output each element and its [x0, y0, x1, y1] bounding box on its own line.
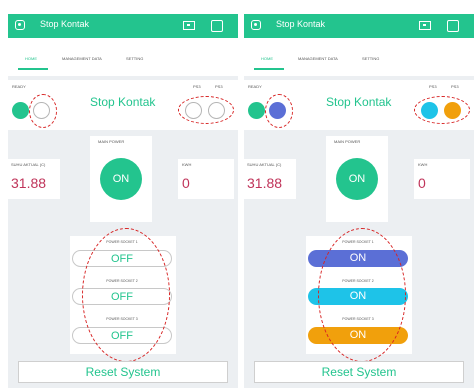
- annotation-circle: [82, 228, 170, 362]
- app-bar: Stop Kontak: [244, 14, 474, 38]
- tab-management-data[interactable]: MANAGEMENT DATA: [298, 56, 338, 61]
- app-title: Stop Kontak: [276, 19, 326, 29]
- widget-title: Stop Kontak: [326, 95, 392, 109]
- tab-bar: HOME MANAGEMENT DATA SETTING: [244, 38, 474, 76]
- kwh-value: 0: [418, 175, 426, 191]
- kwh-card: KWH 0: [178, 159, 234, 199]
- tab-setting[interactable]: SETTING: [126, 56, 143, 61]
- annotation-circle: [318, 228, 406, 362]
- header-widget: READY Stop Kontak PS3 PS3: [244, 80, 474, 130]
- temperature-card: SUHU AKTUAL (C) 31.88: [244, 159, 296, 199]
- main-power-card: MAIN POWER ON: [90, 136, 152, 222]
- square-icon[interactable]: [211, 20, 223, 32]
- ready-label: READY: [248, 84, 262, 89]
- kwh-label: KWH: [418, 162, 428, 167]
- temperature-value: 31.88: [11, 175, 47, 191]
- annotation-circle: [178, 96, 234, 124]
- annotation-circle: [29, 94, 57, 128]
- annotation-circle: [265, 94, 293, 128]
- phone-screen-off-state: Stop Kontak HOME MANAGEMENT DATA SETTING…: [8, 14, 238, 388]
- main-power-label: MAIN POWER: [334, 139, 361, 144]
- ready-led: [248, 102, 265, 119]
- tab-home[interactable]: HOME: [25, 56, 37, 61]
- main-power-label: MAIN POWER: [98, 139, 125, 144]
- square-icon[interactable]: [447, 20, 459, 32]
- temperature-label: SUHU AKTUAL (C): [247, 162, 282, 167]
- led-label: PS3: [429, 84, 437, 89]
- ready-label: READY: [12, 84, 26, 89]
- reset-system-button[interactable]: Reset System: [254, 361, 464, 383]
- caption-strip: [0, 0, 475, 14]
- ready-led: [12, 102, 29, 119]
- app-logo-icon: [15, 20, 25, 30]
- kwh-label: KWH: [182, 162, 192, 167]
- main-power-card: MAIN POWER ON: [326, 136, 388, 222]
- kwh-value: 0: [182, 175, 190, 191]
- widget-title: Stop Kontak: [90, 95, 156, 109]
- main-power-button[interactable]: ON: [100, 158, 142, 200]
- tab-home[interactable]: HOME: [261, 56, 273, 61]
- phone-screen-on-state: Stop Kontak HOME MANAGEMENT DATA SETTING…: [244, 14, 474, 388]
- tab-management-data[interactable]: MANAGEMENT DATA: [62, 56, 102, 61]
- header-widget: READY Stop Kontak PS3 PS3: [8, 80, 238, 130]
- reset-system-button[interactable]: Reset System: [18, 361, 228, 383]
- led-label: PS3: [215, 84, 223, 89]
- kwh-card: KWH 0: [414, 159, 470, 199]
- temperature-card: SUHU AKTUAL (C) 31.88: [8, 159, 60, 199]
- led-label: PS3: [451, 84, 459, 89]
- led-label: PS3: [193, 84, 201, 89]
- tab-bar: HOME MANAGEMENT DATA SETTING: [8, 38, 238, 76]
- temperature-label: SUHU AKTUAL (C): [11, 162, 46, 167]
- device-icon[interactable]: [419, 21, 431, 30]
- temperature-value: 31.88: [247, 175, 283, 191]
- app-title: Stop Kontak: [40, 19, 90, 29]
- device-icon[interactable]: [183, 21, 195, 30]
- app-bar: Stop Kontak: [8, 14, 238, 38]
- app-logo-icon: [251, 20, 261, 30]
- active-tab-indicator: [18, 68, 48, 70]
- tab-setting[interactable]: SETTING: [362, 56, 379, 61]
- active-tab-indicator: [254, 68, 284, 70]
- annotation-circle: [414, 96, 470, 124]
- main-power-button[interactable]: ON: [336, 158, 378, 200]
